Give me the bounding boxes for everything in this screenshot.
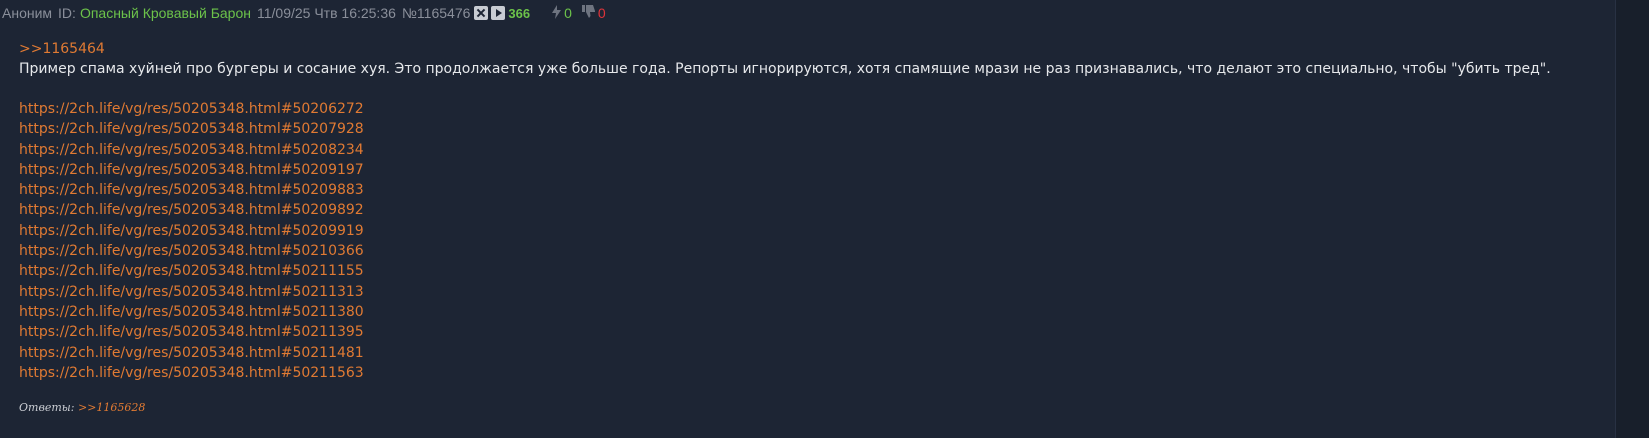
post-link[interactable]: https://2ch.life/vg/res/50205348.html#50… bbox=[19, 200, 364, 220]
post-date: 11/09/25 Чтв 16:25:36 bbox=[256, 5, 396, 21]
like-icon[interactable] bbox=[552, 4, 562, 22]
thumbs-down-icon bbox=[581, 5, 595, 18]
post-link[interactable]: https://2ch.life/vg/res/50205348.html#50… bbox=[19, 221, 364, 241]
bolt-icon bbox=[552, 4, 562, 19]
post-link[interactable]: https://2ch.life/vg/res/50205348.html#50… bbox=[19, 322, 364, 342]
poster-name: Аноним bbox=[2, 5, 53, 21]
post-container: Аноним ID: Опасный Кровавый Барон 11/09/… bbox=[0, 0, 1615, 438]
post-number[interactable]: №1165476 bbox=[402, 5, 470, 21]
post-link[interactable]: https://2ch.life/vg/res/50205348.html#50… bbox=[19, 99, 364, 119]
dislike-icon[interactable] bbox=[581, 5, 595, 21]
post-header: Аноним ID: Опасный Кровавый Барон 11/09/… bbox=[2, 4, 612, 22]
dislike-count: 0 bbox=[597, 5, 606, 21]
post-link[interactable]: https://2ch.life/vg/res/50205348.html#50… bbox=[19, 343, 364, 363]
post-link[interactable]: https://2ch.life/vg/res/50205348.html#50… bbox=[19, 241, 364, 261]
post-link[interactable]: https://2ch.life/vg/res/50205348.html#50… bbox=[19, 363, 364, 383]
scrollbar-area[interactable] bbox=[1615, 0, 1649, 438]
reply-to-link[interactable]: >>1165464 bbox=[19, 40, 105, 58]
replies-label: Ответы: bbox=[19, 401, 75, 414]
view-count: 366 bbox=[508, 5, 531, 21]
post-message: Пример спама хуйней про бургеры и сосани… bbox=[19, 61, 1551, 77]
post-link[interactable]: https://2ch.life/vg/res/50205348.html#50… bbox=[19, 302, 364, 322]
post-link[interactable]: https://2ch.life/vg/res/50205348.html#50… bbox=[19, 261, 364, 281]
post-link[interactable]: https://2ch.life/vg/res/50205348.html#50… bbox=[19, 119, 364, 139]
play-icon[interactable] bbox=[491, 6, 506, 20]
poster-id-label: ID: bbox=[58, 5, 76, 21]
post-link[interactable]: https://2ch.life/vg/res/50205348.html#50… bbox=[19, 282, 364, 302]
reply-reference-link[interactable]: >>1165628 bbox=[78, 401, 145, 414]
post-link[interactable]: https://2ch.life/vg/res/50205348.html#50… bbox=[19, 140, 364, 160]
hide-post-icon[interactable] bbox=[474, 6, 489, 20]
links-list: https://2ch.life/vg/res/50205348.html#50… bbox=[19, 99, 364, 383]
post-link[interactable]: https://2ch.life/vg/res/50205348.html#50… bbox=[19, 160, 364, 180]
post-link[interactable]: https://2ch.life/vg/res/50205348.html#50… bbox=[19, 180, 364, 200]
replies-section: Ответы: >>1165628 bbox=[19, 401, 145, 414]
poster-nick: Опасный Кровавый Барон bbox=[79, 5, 251, 21]
like-count: 0 bbox=[564, 5, 572, 21]
